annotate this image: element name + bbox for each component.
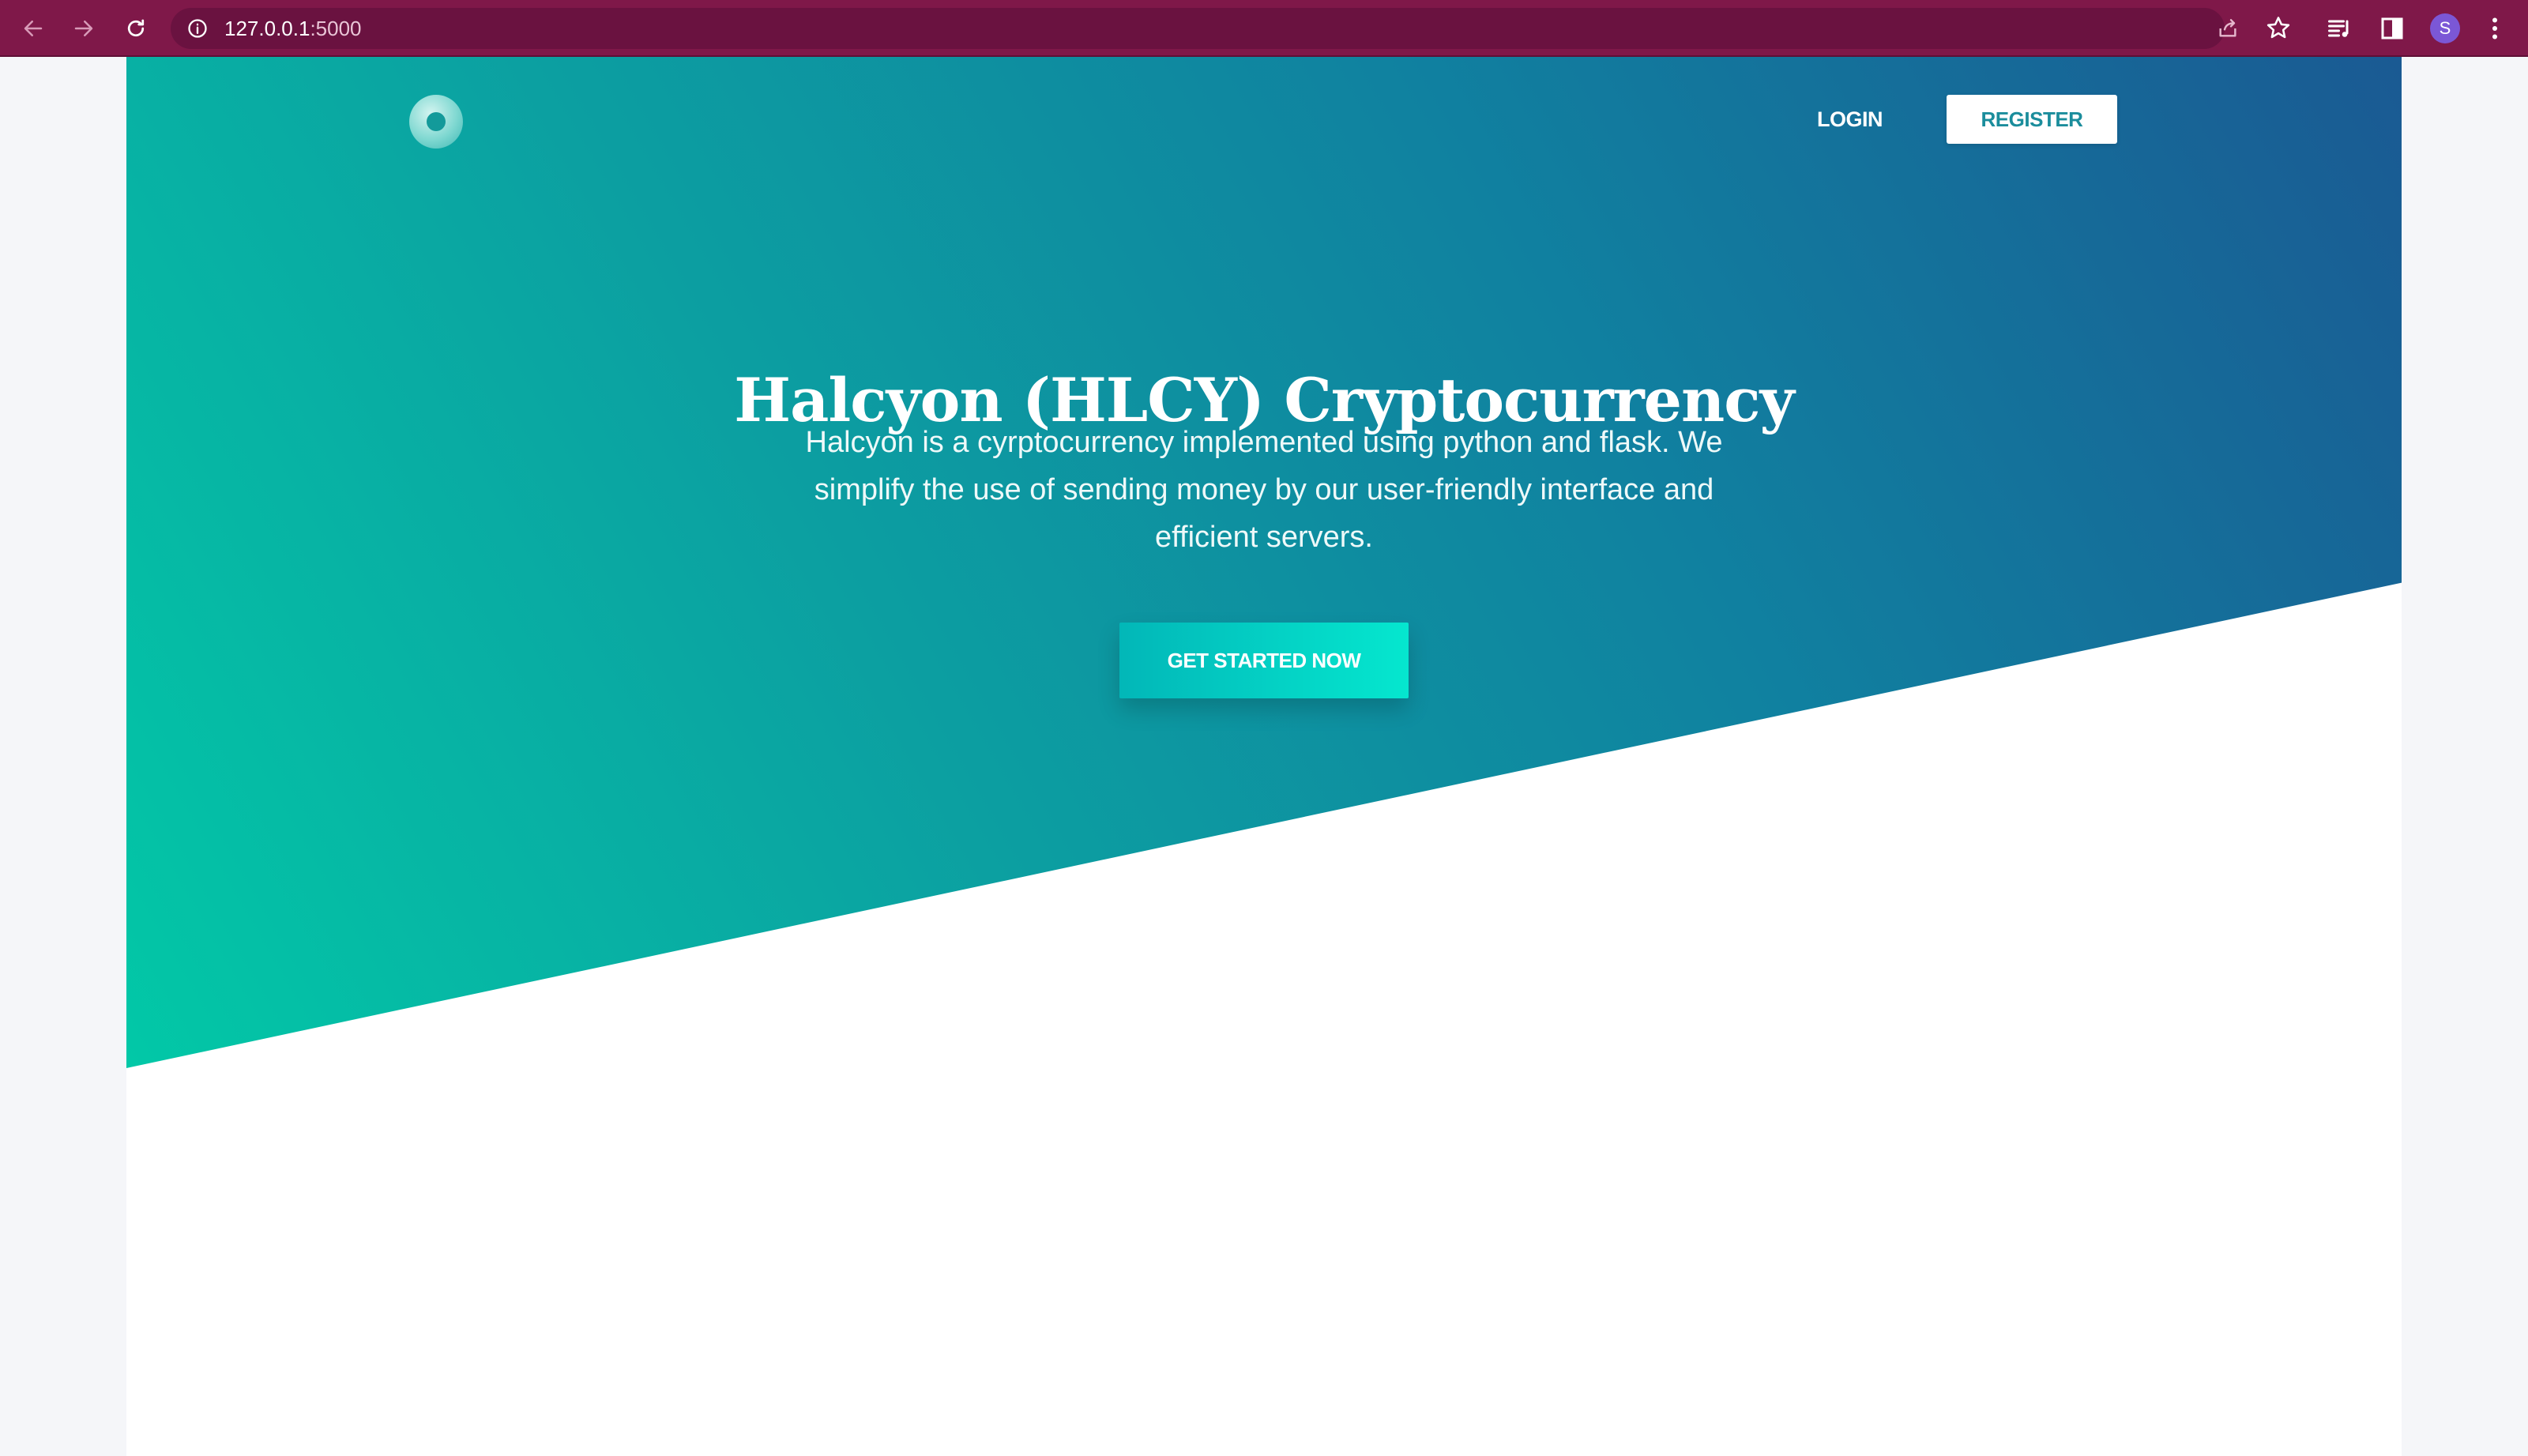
site-logo[interactable] <box>409 95 463 149</box>
url-port: :5000 <box>310 17 362 40</box>
hero-background <box>126 57 2402 1068</box>
hero-subtitle: Halcyon is a cyrptocurrency implemented … <box>805 426 1723 554</box>
url-text[interactable]: 127.0.0.1:5000 <box>224 8 362 49</box>
share-icon[interactable] <box>2215 16 2240 41</box>
reading-list-icon[interactable] <box>2326 14 2354 43</box>
profile-avatar[interactable]: S <box>2430 13 2460 43</box>
reload-button[interactable] <box>120 13 152 44</box>
logo-dot <box>427 112 446 131</box>
info-icon[interactable] <box>186 17 209 40</box>
arrow-left-icon <box>24 21 43 36</box>
address-bar[interactable]: 127.0.0.1:5000 <box>171 8 2236 49</box>
reload-icon <box>127 19 145 37</box>
url-host: 127.0.0.1 <box>224 17 310 40</box>
register-button[interactable]: REGISTER <box>1947 95 2117 144</box>
forward-button[interactable] <box>68 13 100 44</box>
bookmark-star-icon[interactable] <box>2264 14 2293 43</box>
arrow-right-icon <box>74 21 93 36</box>
back-button[interactable] <box>17 13 49 44</box>
login-link[interactable]: LOGIN <box>1817 95 1883 144</box>
page-content: LOGIN REGISTER Halcyon (HLCY) Cryptocurr… <box>126 57 2402 1456</box>
get-started-button[interactable]: GET STARTED NOW <box>1119 623 1409 698</box>
browser-toolbar: 127.0.0.1:5000 S <box>0 0 2528 57</box>
kebab-menu-icon[interactable] <box>2481 14 2509 43</box>
side-panel-icon[interactable] <box>2378 14 2406 43</box>
